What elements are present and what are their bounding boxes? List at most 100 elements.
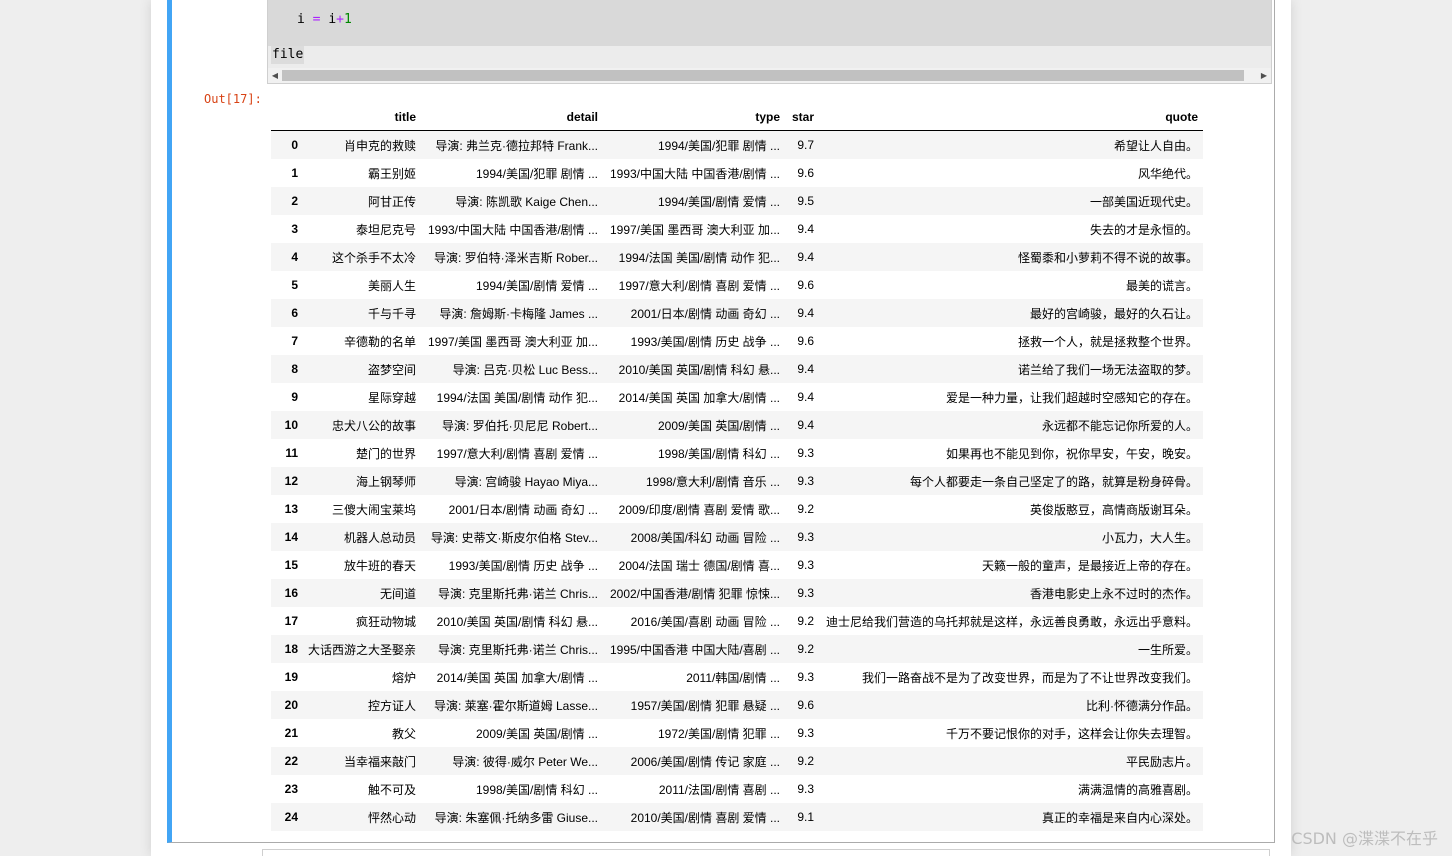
cell-star: 9.6: [797, 334, 815, 348]
scrollbar-thumb[interactable]: [282, 70, 1244, 81]
code-expression-variable: i: [328, 12, 337, 27]
cell-star: 9.2: [797, 502, 815, 516]
cell-title: 机器人总动员: [344, 530, 417, 545]
cell-quote: 天籁一般的童声，是最接近上帝的存在。: [982, 558, 1199, 573]
cell-type: 2001/日本/剧情 动画 奇幻 ...: [630, 306, 781, 321]
code-cell[interactable]: i = i+1 file ◀ ▶ Out[17]: title detail t…: [167, 0, 1275, 843]
table-row: 17 疯狂动物城 2010/美国 英国/剧情 科幻 悬... 2016/美国/喜剧 动…: [271, 607, 1204, 635]
cell-detail: 导演: 罗伯托·贝尼尼 Robert...: [441, 418, 599, 433]
cell-type: 1998/意大利/剧情 音乐 ...: [645, 474, 781, 489]
row-index: 1: [291, 166, 298, 180]
cell-detail: 导演: 克里斯托弗·诺兰 Chris...: [438, 586, 599, 601]
cell-star: 9.6: [797, 278, 815, 292]
cell-title: 熔炉: [392, 670, 417, 685]
row-index: 7: [291, 334, 298, 348]
cell-title: 星际穿越: [368, 390, 417, 405]
cell-quote: 平民励志片。: [1126, 754, 1199, 769]
cell-type: 1993/中国大陆 中国香港/剧情 ...: [609, 166, 781, 181]
table-body: 0 肖申克的救赎 导演: 弗兰克·德拉邦特 Frank... 1994/美国/犯罪 剧…: [271, 130, 1204, 831]
cell-title: 控方证人: [368, 698, 417, 713]
cell-type: 2010/美国/剧情 喜剧 爱情 ...: [630, 810, 781, 825]
table-row: 11 楚门的世界 1997/意大利/剧情 喜剧 爱情 ... 1998/美国/剧情 科…: [271, 439, 1204, 467]
row-index: 15: [284, 558, 298, 572]
cell-detail: 导演: 弗兰克·德拉邦特 Frank...: [435, 138, 599, 153]
row-index: 9: [291, 390, 298, 404]
watermark: CSDN @渫渫不在乎: [1291, 829, 1438, 848]
cell-type: 2004/法国 瑞士 德国/剧情 喜...: [618, 558, 781, 573]
table-row: 10 忠犬八公的故事 导演: 罗伯托·贝尼尼 Robert... 2009/美国 英国…: [271, 411, 1204, 439]
scroll-left-icon[interactable]: ◀: [268, 68, 282, 83]
cell-detail: 2014/美国 英国 加拿大/剧情 ...: [436, 670, 599, 685]
table-row: 16 无间道 导演: 克里斯托弗·诺兰 Chris... 2002/中国香港/剧情 犯…: [271, 579, 1204, 607]
cell-title: 忠犬八公的故事: [332, 418, 417, 433]
cell-title: 无间道: [380, 586, 417, 601]
cell-title: 大话西游之大圣娶亲: [308, 642, 417, 657]
table-row: 9 星际穿越 1994/法国 美国/剧情 动作 犯... 2014/美国 英国 加拿大…: [271, 383, 1204, 411]
table-row: 22 当幸福来敲门 导演: 彼得·威尔 Peter We... 2006/美国/剧情 …: [271, 747, 1204, 775]
cell-quote: 如果再也不能见到你，祝你早安，午安，晚安。: [946, 446, 1199, 461]
table-row: 20 控方证人 导演: 莱塞·霍尔斯道姆 Lasse... 1957/美国/剧情 犯罪…: [271, 691, 1204, 719]
cell-type: 2008/美国/科幻 动画 冒险 ...: [630, 530, 781, 545]
scroll-right-icon[interactable]: ▶: [1257, 68, 1271, 83]
cell-detail: 1994/美国/犯罪 剧情 ...: [475, 166, 599, 181]
cell-detail: 导演: 莱塞·霍尔斯道姆 Lasse...: [433, 698, 599, 713]
column-header: type: [603, 103, 786, 131]
cell-title: 怦然心动: [368, 810, 417, 825]
column-header: quote: [819, 103, 1204, 131]
table-row: 18 大话西游之大圣娶亲 导演: 克里斯托弗·诺兰 Chris... 1995/中国香…: [271, 635, 1204, 663]
cell-detail: 1994/法国 美国/剧情 动作 犯...: [436, 390, 599, 405]
table-row: 5 美丽人生 1994/美国/剧情 爱情 ... 1997/意大利/剧情 喜剧 爱情 …: [271, 271, 1204, 299]
cell-type: 2014/美国 英国 加拿大/剧情 ...: [618, 390, 781, 405]
cell-type: 2006/美国/剧情 传记 家庭 ...: [630, 754, 781, 769]
cell-type: 2016/美国/喜剧 动画 冒险 ...: [630, 614, 781, 629]
cell-title: 霸王别姬: [368, 166, 417, 181]
index-header: [271, 103, 303, 131]
code-editor[interactable]: i = i+1: [268, 0, 1271, 46]
row-index: 17: [284, 614, 298, 628]
cell-title: 阿甘正传: [368, 194, 417, 209]
cell-star: 9.3: [797, 586, 815, 600]
cell-quote: 风华绝代。: [1138, 166, 1199, 181]
table-row: 23 触不可及 1998/美国/剧情 科幻 ... 2011/法国/剧情 喜剧 ...…: [271, 775, 1204, 803]
horizontal-scrollbar[interactable]: ◀ ▶: [268, 68, 1271, 83]
cell-title: 楚门的世界: [356, 446, 417, 461]
cell-detail: 2001/日本/剧情 动画 奇幻 ...: [448, 502, 599, 517]
cell-type: 1994/法国 美国/剧情 动作 犯...: [618, 250, 781, 265]
table-row: 4 这个杀手不太冷 导演: 罗伯特·泽米吉斯 Rober... 1994/法国 美国/…: [271, 243, 1204, 271]
cell-detail: 1993/美国/剧情 历史 战争 ...: [448, 558, 599, 573]
cell-detail: 1997/美国 墨西哥 澳大利亚 加...: [427, 334, 599, 349]
code-number: 1: [343, 12, 352, 27]
output-prompt: Out[17]:: [204, 92, 262, 106]
row-index: 10: [284, 418, 298, 432]
code-variable: i: [297, 12, 305, 27]
row-index: 3: [291, 222, 298, 236]
row-index: 12: [284, 474, 298, 488]
cell-star: 9.3: [797, 530, 815, 544]
cell-quote: 失去的才是永恒的。: [1090, 222, 1199, 237]
cell-star: 9.7: [797, 138, 815, 152]
cell-quote: 希望让人自由。: [1114, 138, 1199, 153]
cell-detail: 导演: 詹姆斯·卡梅隆 James ...: [439, 306, 599, 321]
cell-detail: 导演: 克里斯托弗·诺兰 Chris...: [438, 642, 599, 657]
row-index: 6: [291, 306, 298, 320]
next-cell[interactable]: [262, 849, 1270, 856]
row-index: 24: [284, 810, 298, 824]
table-row: 13 三傻大闹宝莱坞 2001/日本/剧情 动画 奇幻 ... 2009/印度/剧情 …: [271, 495, 1204, 523]
notebook-container: i = i+1 file ◀ ▶ Out[17]: title detail t…: [151, 0, 1291, 856]
cell-quote: 永远都不能忘记你所爱的人。: [1042, 418, 1199, 433]
cell-detail: 导演: 史蒂文·斯皮尔伯格 Stev...: [430, 530, 599, 545]
cell-star: 9.1: [797, 810, 815, 824]
cell-star: 9.4: [797, 390, 815, 404]
cell-title: 当幸福来敲门: [344, 754, 417, 769]
row-index: 21: [284, 726, 298, 740]
row-index: 20: [284, 698, 298, 712]
cell-type: 1994/美国/犯罪 剧情 ...: [657, 138, 781, 153]
cell-quote: 怪蜀黍和小萝莉不得不说的故事。: [1018, 250, 1199, 265]
table-row: 0 肖申克的救赎 导演: 弗兰克·德拉邦特 Frank... 1994/美国/犯罪 剧…: [271, 130, 1204, 159]
table-header-row: title detail type star quote: [271, 103, 1204, 131]
cell-input-area[interactable]: i = i+1 file ◀ ▶: [267, 0, 1272, 84]
row-index: 18: [284, 642, 298, 656]
cell-quote: 香港电影史上永不过时的杰作。: [1030, 586, 1199, 601]
table-row: 1 霸王别姬 1994/美国/犯罪 剧情 ... 1993/中国大陆 中国香港/剧情 …: [271, 159, 1204, 187]
cell-quote: 满满温情的高雅喜剧。: [1078, 782, 1199, 797]
